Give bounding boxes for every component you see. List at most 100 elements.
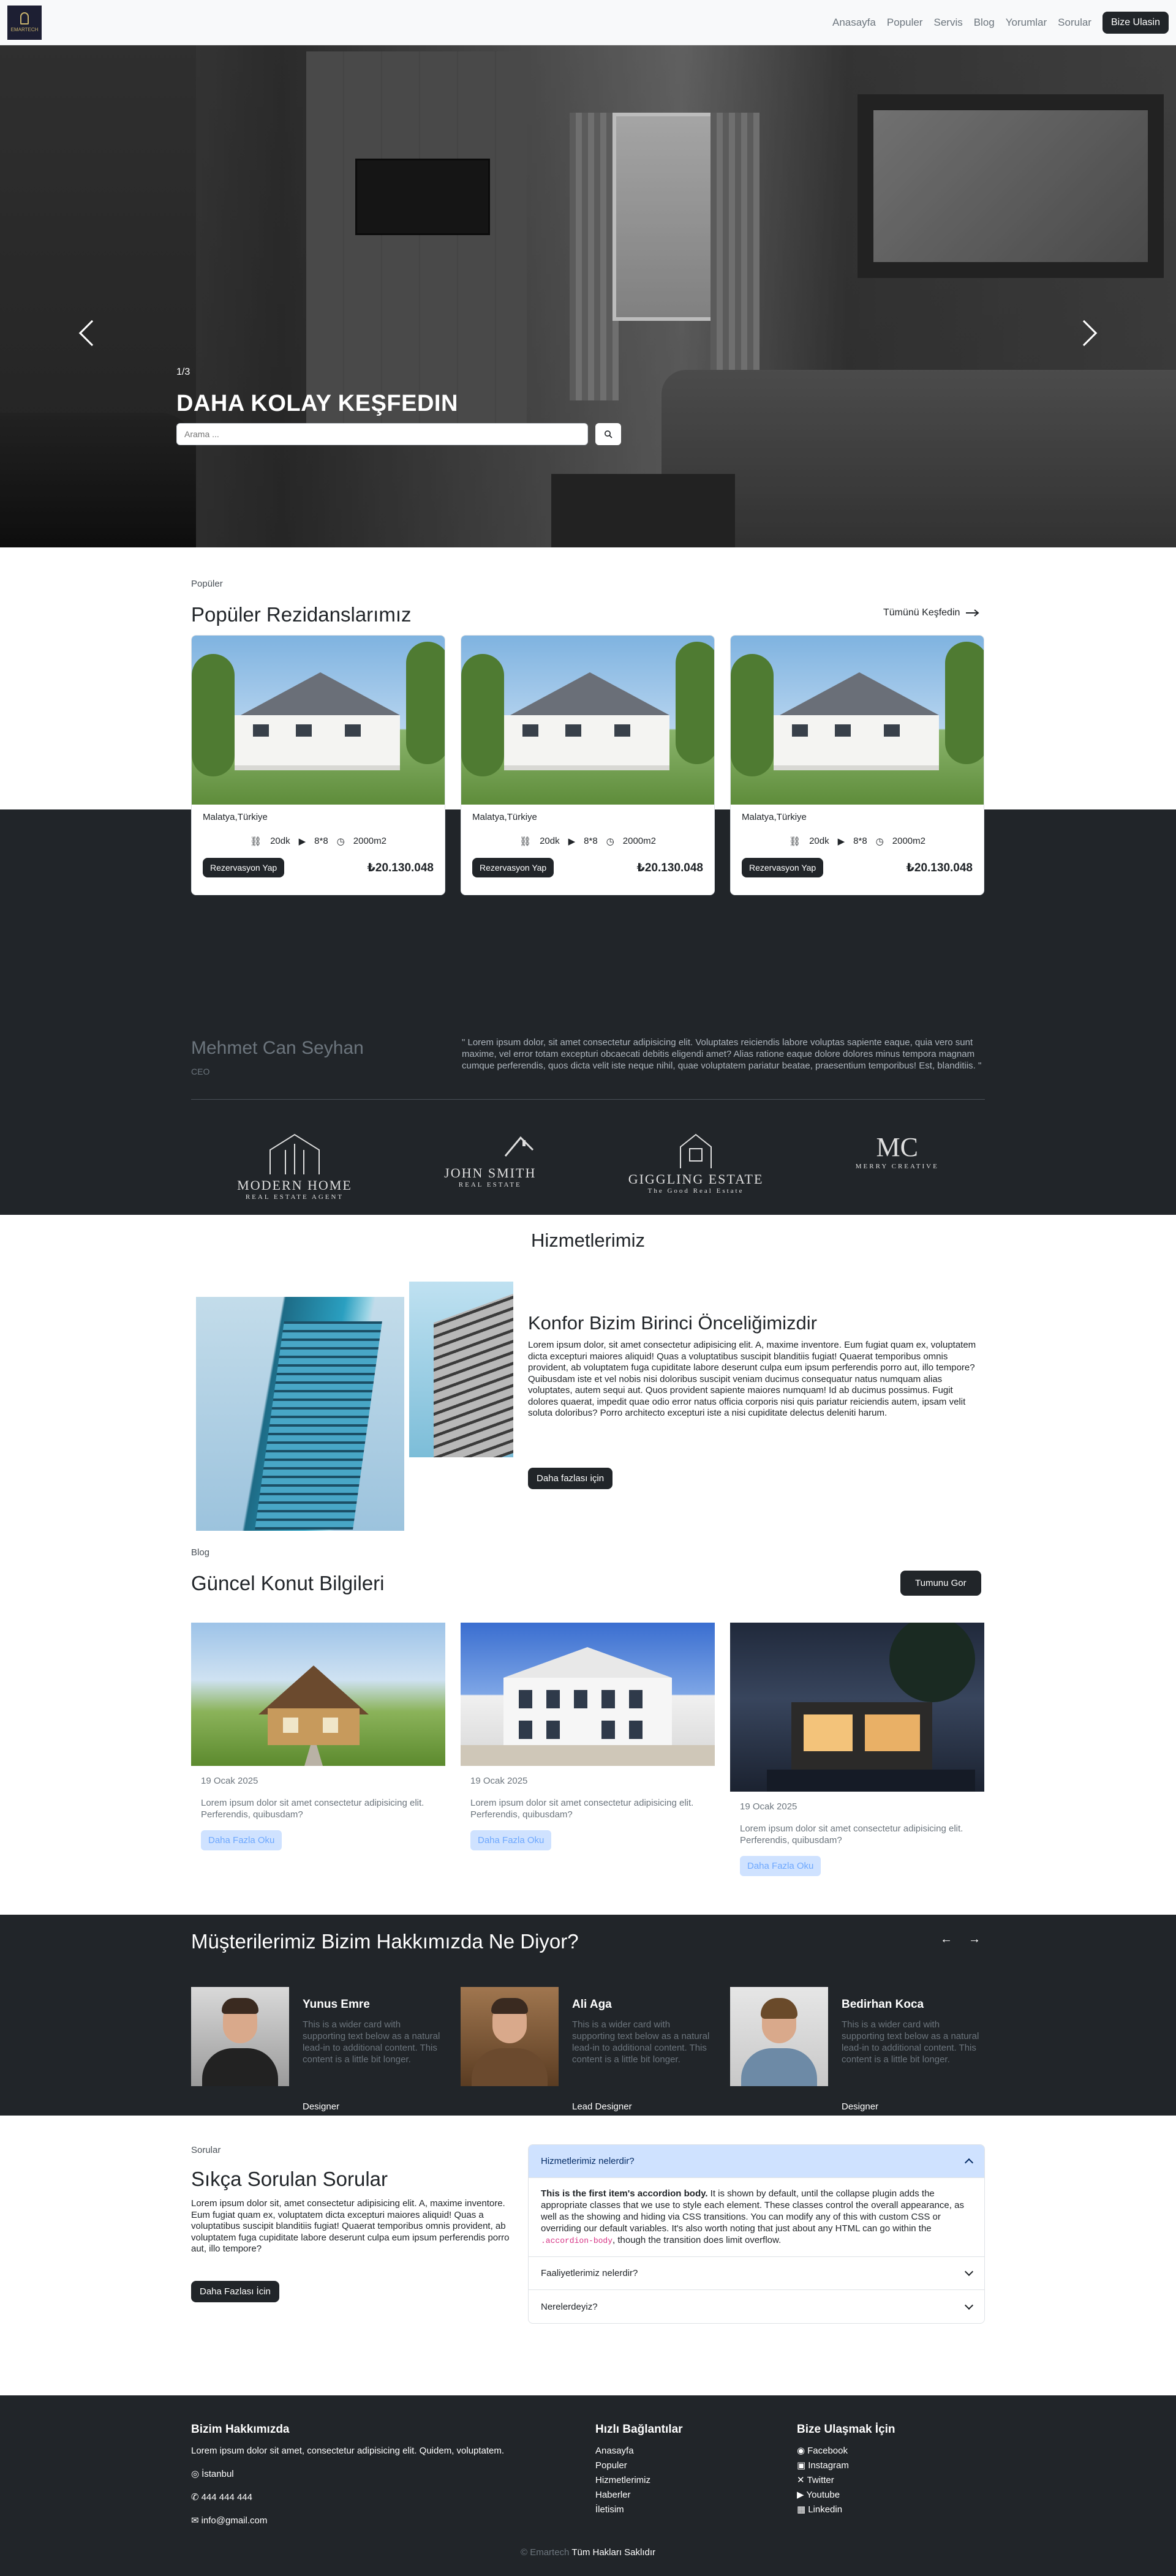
property-area: 2000m2 xyxy=(622,836,656,846)
footer-link[interactable]: Haberler xyxy=(595,2488,683,2503)
blog-see-all-button[interactable]: Tumunu Gor xyxy=(900,1571,981,1596)
nav-link-sorular[interactable]: Sorular xyxy=(1058,17,1091,29)
blog-card[interactable]: 19 Ocak 2025 Lorem ipsum dolor sit amet … xyxy=(730,1623,984,1886)
house-illustration xyxy=(228,672,406,783)
play-icon: ▶ xyxy=(837,836,845,847)
footer-link[interactable]: Anasayfa xyxy=(595,2444,683,2458)
car-icon: ⛓ xyxy=(250,836,262,847)
hero-overlay xyxy=(0,45,1176,547)
services-title: Hizmetlerimiz xyxy=(531,1230,645,1251)
partner-logo: JOHN SMITH REAL ESTATE xyxy=(444,1132,536,1201)
search-icon xyxy=(605,430,612,438)
accordion-body-text: , though the transition does limit overf… xyxy=(612,2235,782,2245)
blog-title: Güncel Konut Bilgileri xyxy=(191,1572,385,1594)
nav-link-populer[interactable]: Populer xyxy=(887,17,923,29)
accordion-question: Faaliyetlerimiz nelerdir? xyxy=(541,2268,638,2278)
avatar xyxy=(191,1987,289,2086)
brand-logo[interactable]: EMARTECH xyxy=(7,5,42,40)
accordion-header[interactable]: Nerelerdeyiz? xyxy=(529,2290,984,2323)
footer-about: Bizim Hakkımızda Lorem ipsum dolor sit a… xyxy=(191,2423,559,2528)
copyright-text: Tüm Hakları Saklıdır xyxy=(571,2547,656,2558)
faq-more-button[interactable]: Daha Fazlası İcin xyxy=(191,2281,279,2302)
services-more-button[interactable]: Daha fazlası için xyxy=(528,1468,613,1489)
search-button[interactable] xyxy=(595,423,621,445)
social-linkedin[interactable]: ▦ Linkedin xyxy=(797,2503,895,2517)
section-tag: Popüler xyxy=(191,579,223,589)
blog-card[interactable]: 19 Ocak 2025 Lorem ipsum dolor sit amet … xyxy=(191,1623,445,1860)
footer-links: Hızlı Bağlantılar Anasayfa Populer Hizme… xyxy=(595,2423,683,2517)
linkedin-icon: ▦ xyxy=(797,2504,806,2515)
blog-date: 19 Ocak 2025 xyxy=(740,1801,797,1812)
nav-link-yorumlar[interactable]: Yorumlar xyxy=(1006,17,1047,29)
social-instagram[interactable]: ▣ Instagram xyxy=(797,2458,895,2473)
property-cards: Malatya,Türkiye ⛓ 20dk ▶ 8*8 ◷ 2000m2 Rezer… xyxy=(191,635,984,895)
nav-link-anasayfa[interactable]: Anasayfa xyxy=(832,17,876,29)
nav-link-servis[interactable]: Servis xyxy=(933,17,962,29)
property-card[interactable]: Malatya,Türkiye ⛓ 20dk ▶ 8*8 ◷ 2000m2 Rezer… xyxy=(191,635,445,895)
clock-icon: ◷ xyxy=(606,836,614,847)
accordion-header[interactable]: Hizmetlerimiz nelerdir? xyxy=(529,2145,984,2178)
facebook-icon: ◉ xyxy=(797,2446,805,2456)
nav-link-blog[interactable]: Blog xyxy=(974,17,995,29)
property-area: 2000m2 xyxy=(353,836,386,846)
prev-arrow-icon[interactable]: ← xyxy=(940,1932,952,1947)
property-image xyxy=(192,636,445,805)
footer-social: Bize Ulaşmak İçin ◉ Facebook ▣ Instagram ✕… xyxy=(797,2423,895,2517)
property-price: ₺20.130.048 xyxy=(636,861,703,874)
arrow-right-icon xyxy=(966,609,979,617)
next-arrow-icon[interactable]: → xyxy=(968,1932,981,1947)
reserve-button[interactable]: Rezervasyon Yap xyxy=(742,858,824,877)
social-youtube[interactable]: ▶ Youtube xyxy=(797,2488,895,2503)
faq-text: Lorem ipsum dolor sit, amet consectetur … xyxy=(191,2198,510,2254)
footer-email-text: info@gmail.com xyxy=(201,2515,268,2526)
faq-title: Sıkça Sorulan Sorular xyxy=(191,2168,388,2190)
footer-link[interactable]: Hizmetlerimiz xyxy=(595,2473,683,2488)
contact-button[interactable]: Bize Ulasin xyxy=(1102,11,1169,34)
footer-link[interactable]: Populer xyxy=(595,2458,683,2473)
property-card[interactable]: Malatya,Türkiye ⛓ 20dk ▶ 8*8 ◷ 2000m2 Rezer… xyxy=(730,635,984,895)
read-more-button[interactable]: Daha Fazla Oku xyxy=(201,1830,282,1850)
reserve-button[interactable]: Rezervasyon Yap xyxy=(203,858,285,877)
customer-role: Designer xyxy=(842,2101,879,2112)
see-all-link[interactable]: Tümünü Keşfedin xyxy=(883,607,979,618)
reserve-button[interactable]: Rezervasyon Yap xyxy=(472,858,554,877)
property-beds: 8*8 xyxy=(853,836,867,846)
footer-about-text: Lorem ipsum dolor sit amet, consectetur … xyxy=(191,2446,505,2456)
property-beds: 8*8 xyxy=(314,836,328,846)
avatar xyxy=(461,1987,559,2086)
blog-date: 19 Ocak 2025 xyxy=(201,1776,258,1786)
blog-card[interactable]: 19 Ocak 2025 Lorem ipsum dolor sit amet … xyxy=(461,1623,715,1860)
navbar: EMARTECH Anasayfa Populer Servis Blog Yo… xyxy=(0,0,1176,45)
section-tag: Blog xyxy=(191,1547,210,1558)
partner-logo-line2: REAL ESTATE AGENT xyxy=(245,1193,344,1201)
property-meta: ⛓ 20dk ▶ 8*8 ◷ 2000m2 xyxy=(203,836,434,847)
footer-heading: Bize Ulaşmak İçin xyxy=(797,2423,895,2436)
partner-logo-line1: MODERN HOME xyxy=(237,1177,352,1193)
blog-cards: 19 Ocak 2025 Lorem ipsum dolor sit amet … xyxy=(191,1623,984,1886)
footer-link[interactable]: İletisim xyxy=(595,2503,683,2517)
read-more-button[interactable]: Daha Fazla Oku xyxy=(470,1830,552,1850)
blog-excerpt: Lorem ipsum dolor sit amet consectetur a… xyxy=(201,1798,424,1820)
blog-excerpt: Lorem ipsum dolor sit amet consectetur a… xyxy=(740,1823,963,1846)
ceo-role: CEO xyxy=(191,1067,210,1076)
social-facebook[interactable]: ◉ Facebook xyxy=(797,2444,895,2458)
footer-phone-text: 444 444 444 xyxy=(201,2492,252,2503)
hero-search xyxy=(176,423,621,445)
customer-text: This is a wider card with supporting tex… xyxy=(303,2019,440,2065)
partner-logo-line1: JOHN SMITH xyxy=(444,1165,537,1181)
property-image xyxy=(731,636,984,805)
partner-logo-line2: MERRY CREATIVE xyxy=(855,1163,939,1170)
property-beds: 8*8 xyxy=(584,836,598,846)
read-more-button[interactable]: Daha Fazla Oku xyxy=(740,1856,821,1876)
tree xyxy=(406,642,445,764)
accordion-header[interactable]: Faaliyetlerimiz nelerdir? xyxy=(529,2257,984,2290)
property-location: Malatya,Türkiye xyxy=(472,812,537,822)
footer-email: ✉ info@gmail.com xyxy=(191,2514,559,2528)
see-all-label: Tümünü Keşfedin xyxy=(883,607,960,618)
footer-heading: Hızlı Bağlantılar xyxy=(595,2423,683,2436)
partner-logo-line2: REAL ESTATE xyxy=(458,1181,522,1188)
property-card[interactable]: Malatya,Türkiye ⛓ 20dk ▶ 8*8 ◷ 2000m2 Rezer… xyxy=(461,635,715,895)
customer-name: Bedirhan Koca xyxy=(842,1998,924,2011)
social-twitter[interactable]: ✕ Twitter xyxy=(797,2473,895,2488)
search-input[interactable] xyxy=(176,423,588,445)
